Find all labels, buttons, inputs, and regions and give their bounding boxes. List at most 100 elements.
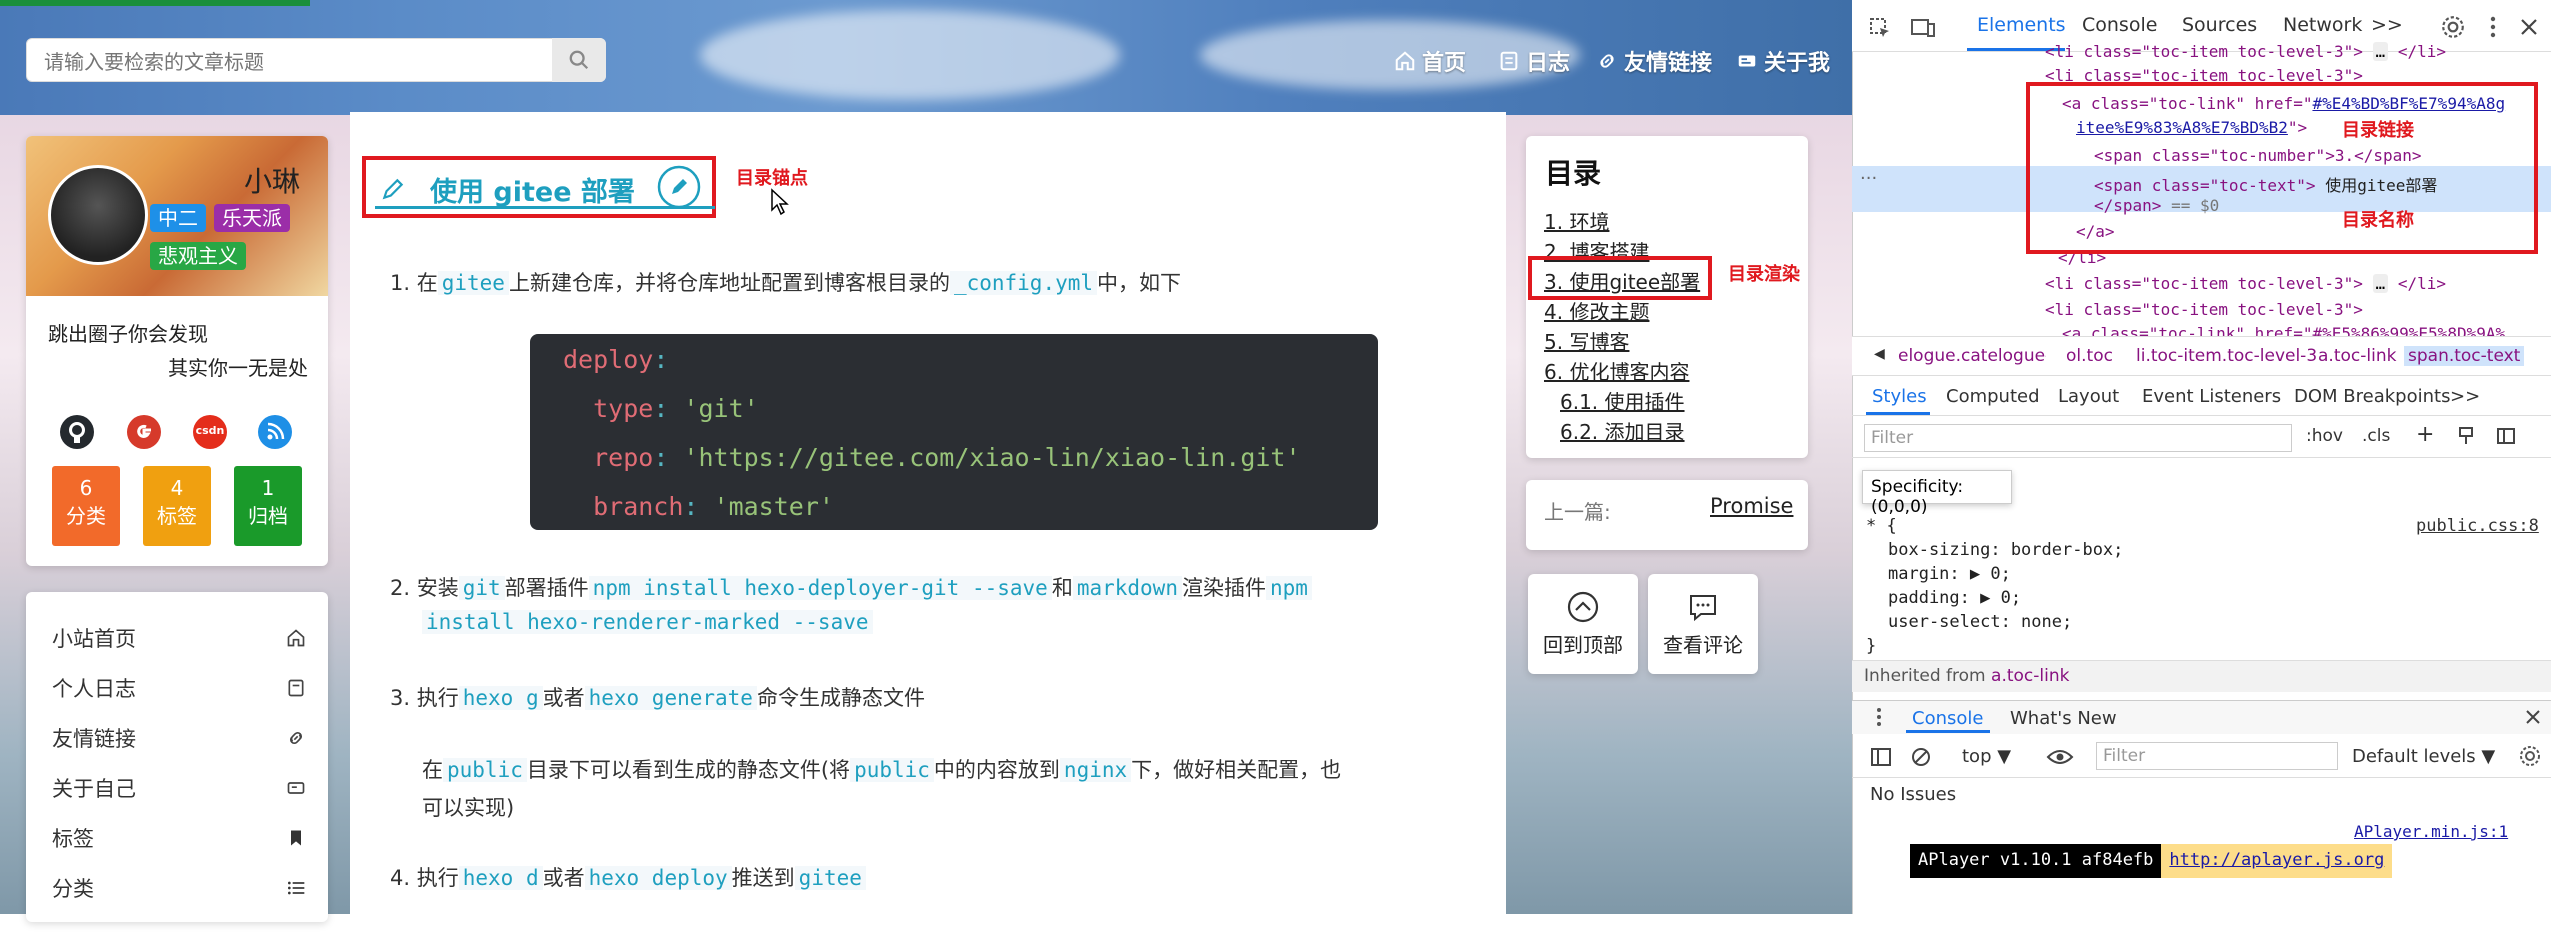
search-input[interactable]: [42, 49, 542, 75]
more-options-icon[interactable]: [2488, 14, 2498, 40]
tab-styles[interactable]: Styles: [1872, 386, 1927, 407]
tab-layout[interactable]: Layout: [2058, 386, 2119, 407]
nav-home[interactable]: 首页: [1394, 46, 1466, 76]
more-tabs-button[interactable]: >>: [2371, 14, 2403, 36]
tab-sources[interactable]: Sources: [2182, 14, 2257, 36]
csdn-icon[interactable]: csdn: [193, 415, 227, 449]
more-options-icon[interactable]: [1874, 706, 1884, 728]
archive-count-label: 归档: [248, 504, 288, 528]
class-toggle-button[interactable]: .cls: [2362, 426, 2390, 446]
view-comments-button[interactable]: 查看评论: [1648, 574, 1758, 674]
css-source-link[interactable]: public.css:8: [2416, 516, 2539, 536]
tab-event-listeners[interactable]: Event Listeners: [2142, 386, 2281, 407]
toc-item[interactable]: 6.1. 使用插件: [1560, 386, 1685, 415]
tab-elements[interactable]: Elements: [1977, 14, 2066, 36]
sidebar-toggle-icon[interactable]: [1870, 746, 1892, 768]
dom-node[interactable]: <li class="toc-item toc-level-3"> … </li…: [2045, 274, 2446, 293]
inherited-tag[interactable]: a.toc-link: [1991, 666, 2069, 686]
console-filter-input[interactable]: Filter: [2096, 742, 2338, 770]
css-selector[interactable]: * {: [1866, 516, 1897, 536]
nav-journal[interactable]: 日志: [1498, 46, 1570, 76]
new-rule-icon[interactable]: +: [2416, 422, 2434, 447]
breadcrumb-item[interactable]: elogue.catelogue-1: [1898, 346, 2046, 366]
reading-progress-bar: [0, 0, 310, 6]
profile-name: 小琳: [244, 165, 301, 198]
styles-filter-input[interactable]: Filter: [1864, 424, 2292, 452]
log-levels-dropdown[interactable]: Default levels ▼: [2352, 746, 2495, 767]
toc-item[interactable]: 6. 优化博客内容: [1544, 356, 1689, 385]
clear-console-icon[interactable]: [1910, 746, 1932, 768]
prev-post-link[interactable]: Promise: [1710, 494, 1793, 518]
code-key: type: [563, 394, 654, 423]
bookmark-icon: [291, 830, 301, 846]
inline-code: _config.yml: [949, 271, 1098, 295]
menu-item-home[interactable]: 小站首页: [52, 620, 306, 656]
search-button[interactable]: [552, 38, 606, 82]
drawer-tab-whats-new[interactable]: What's New: [2010, 708, 2117, 729]
github-icon[interactable]: [60, 415, 94, 449]
drawer-tab-console[interactable]: Console: [1912, 708, 1983, 729]
code-value: 'git': [683, 394, 759, 423]
home-icon: [1395, 51, 1415, 71]
tab-console[interactable]: Console: [2082, 14, 2157, 36]
tag-count-label: 标签: [157, 504, 197, 528]
menu-item-label: 个人日志: [52, 677, 136, 701]
dom-node[interactable]: <a class="toc-link" href="#%E5%86%99%E5%…: [2062, 324, 2505, 336]
toc-item[interactable]: 4. 修改主题: [1544, 296, 1649, 325]
inspect-element-icon[interactable]: [1868, 16, 1892, 40]
breadcrumb-item-active[interactable]: span.toc-text: [2404, 346, 2525, 366]
paint-icon[interactable]: [2456, 426, 2476, 446]
context-selector-label: top: [1962, 746, 1992, 767]
toc-item[interactable]: 6.2. 添加目录: [1560, 416, 1685, 445]
avatar[interactable]: [48, 165, 148, 265]
close-icon[interactable]: [2524, 708, 2542, 726]
breadcrumb-item[interactable]: ol.toc: [2066, 346, 2113, 366]
gear-icon[interactable]: [2518, 744, 2542, 768]
nav-about[interactable]: 关于我: [1736, 46, 1830, 76]
breadcrumb-item[interactable]: li.toc-item.toc-level-3: [2136, 346, 2317, 366]
annotation-label: 目录名称: [2342, 210, 2414, 231]
toc-item[interactable]: 5. 写博客: [1544, 326, 1629, 355]
tab-computed[interactable]: Computed: [1946, 386, 2040, 407]
nav-links[interactable]: 友情链接: [1596, 46, 1712, 76]
card-icon: [1738, 55, 1756, 67]
menu-item-links[interactable]: 友情链接: [52, 720, 306, 756]
eye-icon[interactable]: [2046, 748, 2074, 766]
category-count[interactable]: 6 分类: [52, 466, 120, 546]
console-source-link[interactable]: APlayer.min.js:1: [2354, 822, 2508, 841]
log-levels-label: Default levels: [2352, 746, 2476, 767]
chevron-left-icon[interactable]: ◀: [1874, 346, 1885, 362]
menu-item-tags[interactable]: 标签: [52, 820, 306, 856]
sidebar-toggle-icon[interactable]: [2496, 426, 2516, 446]
rss-icon[interactable]: [258, 415, 292, 449]
device-toolbar-icon[interactable]: [1910, 16, 1936, 40]
css-property[interactable]: box-sizing: border-box;: [1888, 540, 2123, 560]
google-icon[interactable]: [127, 415, 161, 449]
archive-count[interactable]: 1 归档: [234, 466, 302, 546]
dom-node[interactable]: <li class="toc-item toc-level-3">: [2045, 300, 2363, 319]
menu-item-journal[interactable]: 个人日志: [52, 670, 306, 706]
close-icon[interactable]: [2518, 16, 2540, 38]
more-tabs-button[interactable]: >>: [2450, 386, 2480, 407]
tag-count[interactable]: 4 标签: [143, 466, 211, 546]
breadcrumb-item[interactable]: a.toc-link: [2318, 346, 2396, 366]
tab-network[interactable]: Network: [2283, 14, 2362, 36]
css-property[interactable]: padding: ▶ 0;: [1888, 588, 2021, 608]
hover-state-button[interactable]: :hov: [2306, 426, 2343, 446]
aplayer-link[interactable]: http://aplayer.js.org: [2161, 844, 2393, 878]
inline-code: hexo d: [458, 866, 543, 890]
toc-item[interactable]: 1. 环境: [1544, 206, 1609, 235]
dom-node[interactable]: <li class="toc-item toc-level-3"> … </li…: [2045, 42, 2446, 61]
back-to-top-button[interactable]: 回到顶部: [1528, 574, 1638, 674]
menu-item-categories[interactable]: 分类: [52, 870, 306, 906]
css-property[interactable]: margin: ▶ 0;: [1888, 564, 2011, 584]
css-property[interactable]: user-select: none;: [1888, 612, 2072, 632]
gear-icon[interactable]: [2440, 14, 2466, 40]
step-text: 和: [1051, 576, 1073, 600]
context-selector[interactable]: top ▼: [1962, 746, 2011, 767]
tab-dom-breakpoints[interactable]: DOM Breakpoints: [2294, 386, 2450, 407]
article-heading[interactable]: 使用 gitee 部署: [430, 170, 635, 209]
node-actions-icon[interactable]: ···: [1860, 168, 1877, 189]
step-2-continued: install hexo-renderer-marked --save: [422, 610, 873, 634]
menu-item-about[interactable]: 关于自己: [52, 770, 306, 806]
